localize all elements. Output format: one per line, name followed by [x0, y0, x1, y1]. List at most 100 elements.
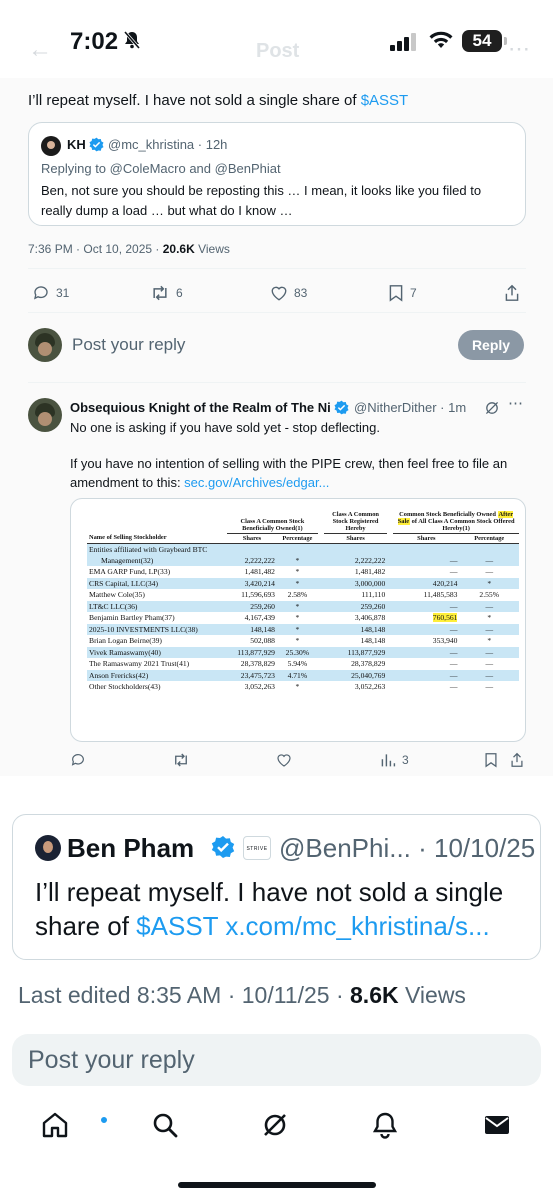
- share-action[interactable]: [504, 284, 520, 302]
- more-icon[interactable]: ⋯: [508, 394, 523, 412]
- cell-after-sale: —: [393, 554, 460, 567]
- bookmark-action[interactable]: [484, 752, 498, 768]
- divider: [28, 312, 526, 313]
- cell-after-sale: —: [449, 567, 458, 577]
- reply-placeholder[interactable]: Post your reply: [72, 335, 185, 355]
- cashtag-link[interactable]: $ASST: [136, 911, 218, 941]
- edited-meta: Last edited 8:35 AM · 10/11/25 · 8.6K Vi…: [18, 982, 466, 1009]
- cell-name: CRS Capital, LLC(34): [87, 577, 227, 590]
- views-chart-icon: [381, 754, 396, 767]
- column-shares: Shares: [227, 533, 277, 544]
- table-row: Vivek Ramaswamy(40) 113,877,929 25.30% 113,…: [87, 646, 519, 659]
- cell-registered: 28,378,829: [351, 659, 386, 669]
- reply-text-line1: No one is asking if you have sold yet - …: [70, 420, 381, 435]
- table-row: Brian Logan Beirne(39) 502,088 * 148,148 353…: [87, 635, 519, 647]
- cell-shares: 28,378,829: [240, 659, 275, 669]
- cell-after-sale: —: [393, 600, 460, 613]
- like-action[interactable]: 83: [270, 284, 307, 302]
- reply-action[interactable]: 31: [32, 284, 69, 302]
- cell-after-sale-pct: *: [459, 577, 519, 590]
- sec-link[interactable]: sec.gov/Archives/edgar...: [184, 475, 329, 490]
- reply-input[interactable]: Post your reply: [28, 1046, 195, 1075]
- cell-registered: 3,406,878: [354, 613, 386, 623]
- battery-indicator: 54: [462, 30, 507, 52]
- table-header-row: Class A Common Stock Beneficially Owned(…: [87, 509, 519, 534]
- back-arrow-icon[interactable]: ←: [28, 36, 52, 64]
- cell-after-sale: —: [393, 669, 460, 682]
- table-row: Other Stockholders(43) 3,052,263 * 3,052,26…: [87, 681, 519, 693]
- table-row: EMA GARP Fund, LP(33) 1,481,482 * 1,481,482…: [87, 566, 519, 578]
- notification-dot: [100, 1116, 108, 1124]
- cell-registered: 148,148: [360, 636, 386, 646]
- cell-registered: 1,481,482: [354, 567, 386, 577]
- divider: [28, 382, 526, 383]
- nav-messages[interactable]: [482, 1110, 512, 1145]
- home-icon: [42, 1112, 68, 1138]
- cell-after-sale-pct: 2.55%: [479, 590, 500, 600]
- signal-icon: [390, 33, 418, 56]
- cell-shares: 3,420,214: [227, 577, 277, 590]
- table-row: Matthew Cole(35) 11,596,693 2.58% 111,110 11…: [87, 589, 519, 601]
- tweet-link[interactable]: x.com/mc_khristina/s...: [225, 911, 489, 941]
- table-row: LT&C LLC(36) 259,260 * 259,260— —: [87, 600, 519, 613]
- reply-text-line2: If you have no intention of selling with…: [70, 454, 526, 492]
- more-icon[interactable]: ⋯: [508, 36, 530, 62]
- cell-after-sale-pct: —: [485, 682, 494, 692]
- reply-icon: [71, 754, 84, 766]
- cell-registered: 2,222,222: [323, 554, 388, 567]
- cell-after-sale-pct: *: [487, 636, 492, 646]
- replying-to: Replying to @ColeMacro and @BenPhiat: [41, 161, 281, 176]
- cell-registered: 3,052,263: [354, 682, 386, 692]
- quoted-tweet-card[interactable]: Ben Pham STRIVE @BenPhi... · 10/10/25 I’…: [12, 814, 541, 960]
- cell-after-sale: —: [393, 646, 460, 659]
- cell-name: Benjamin Bartley Pham(37): [89, 613, 175, 623]
- replying-users[interactable]: @ColeMacro and @BenPhiat: [110, 161, 281, 176]
- header-text: of All Class A Common Stock Offered Here…: [410, 518, 515, 533]
- cell-percentage: *: [276, 600, 318, 613]
- nav-home[interactable]: [40, 1110, 108, 1145]
- nav-notifications[interactable]: [370, 1110, 400, 1145]
- cell-registered: 3,000,000: [323, 577, 388, 590]
- mail-icon: [485, 1116, 509, 1134]
- cashtag-link[interactable]: $ASST: [361, 92, 409, 109]
- like-action[interactable]: [276, 752, 292, 768]
- repost-action[interactable]: 6: [150, 284, 183, 302]
- author-handle: @NitherDither · 1m: [354, 400, 467, 415]
- cell-shares: 2,222,222: [227, 554, 277, 567]
- nav-grok[interactable]: [260, 1110, 290, 1145]
- verified-badge-icon: [89, 137, 104, 157]
- reply-button[interactable]: Reply: [458, 330, 524, 360]
- table-subheader-row: Name of Selling Stockholder Shares Perce…: [87, 533, 519, 544]
- grok-icon[interactable]: [484, 400, 500, 421]
- column-shares: Shares: [323, 533, 388, 544]
- views-count: 8.6K: [350, 982, 399, 1008]
- reply-composer[interactable]: Post your reply: [12, 1034, 541, 1086]
- cell-registered: 259,260: [323, 600, 388, 613]
- tweet-meta: 7:36 PM · Oct 10, 2025 · 20.6K Views: [28, 242, 230, 256]
- reply-action[interactable]: [70, 752, 86, 768]
- header-title: Post: [256, 40, 300, 62]
- nav-search[interactable]: [150, 1110, 180, 1145]
- inner-quote-card[interactable]: KH @mc_khristina · 12h Replying to @Cole…: [28, 122, 526, 226]
- bookmark-action[interactable]: 7: [388, 284, 417, 302]
- cell-percentage: 5.94%: [287, 659, 308, 669]
- timestamp: 7:36 PM · Oct 10, 2025 ·: [28, 242, 163, 256]
- bell-icon: [372, 1112, 398, 1139]
- views-action[interactable]: 3: [380, 752, 409, 768]
- repost-icon: [153, 285, 167, 301]
- bookmark-count: 7: [410, 286, 417, 300]
- share-action[interactable]: [510, 752, 524, 768]
- cell-name: The Ramaswamy 2021 Trust(41): [89, 659, 190, 669]
- bookmark-icon: [485, 753, 497, 768]
- verified-badge-icon: [334, 400, 349, 420]
- table-row: Benjamin Bartley Pham(37) 4,167,439 * 3,406…: [87, 612, 519, 624]
- cell-name: Vivek Ramaswamy(40): [87, 646, 227, 659]
- cell-shares: 23,475,723: [227, 669, 277, 682]
- repost-action[interactable]: [172, 752, 190, 768]
- edited-timestamp[interactable]: Last edited 8:35 AM · 10/11/25 ·: [18, 982, 350, 1008]
- avatar: [35, 835, 61, 861]
- filing-table-image[interactable]: Class A Common Stock Beneficially Owned(…: [70, 498, 526, 742]
- reply-composer-inner[interactable]: Post your reply Reply: [28, 326, 526, 366]
- cell-after-sale-pct: [459, 543, 519, 555]
- bell-slash-icon: [122, 30, 142, 55]
